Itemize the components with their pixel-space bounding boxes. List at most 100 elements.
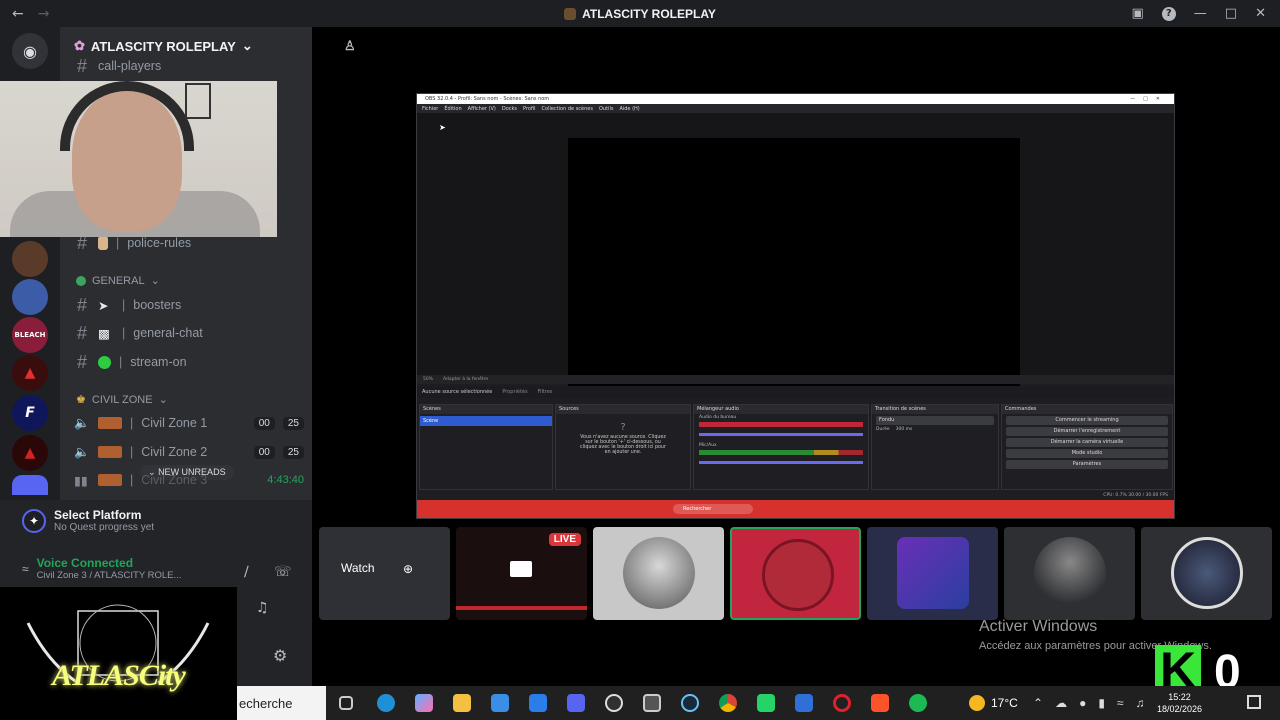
volume-icon[interactable]: ♫ bbox=[1136, 696, 1145, 710]
menu-item[interactable]: Fichier bbox=[422, 106, 438, 112]
category-general[interactable]: GENERAL ⌄ bbox=[76, 274, 160, 287]
zoom-level[interactable]: 50% bbox=[423, 377, 433, 382]
duration-input[interactable]: 300 ms bbox=[896, 427, 913, 432]
soundboard-icon[interactable]: ♫ bbox=[256, 600, 269, 616]
menu-item[interactable]: Outils bbox=[599, 106, 613, 112]
voice-channel-civil-1[interactable]: 🔈 | Civil Zone 1 00 25 bbox=[74, 410, 304, 436]
obs-menu-bar: Fichier Édition Afficher (V) Docks Profi… bbox=[417, 104, 1174, 113]
desktop-volume-slider[interactable] bbox=[699, 433, 863, 436]
forward-arrow-icon[interactable]: → bbox=[38, 6, 50, 22]
mic-icon[interactable]: ● bbox=[1079, 696, 1086, 710]
participant-tile[interactable] bbox=[1004, 527, 1135, 620]
menu-item[interactable]: Édition bbox=[444, 106, 461, 112]
voice-connected-row[interactable]: ≈ Voice Connected Civil Zone 3 / ATLASCI… bbox=[22, 556, 181, 581]
edge-icon[interactable] bbox=[377, 694, 395, 712]
menu-item[interactable]: Aide (H) bbox=[619, 106, 639, 112]
obs-window-controls[interactable]: —□✕ bbox=[1130, 96, 1174, 102]
menu-item[interactable]: Collection de scènes bbox=[542, 106, 593, 112]
opera-icon[interactable] bbox=[833, 694, 851, 712]
start-streaming-button[interactable]: Commencer le streaming bbox=[1006, 416, 1168, 425]
properties-button[interactable]: Propriétés bbox=[502, 389, 527, 395]
channel-label: boosters bbox=[133, 298, 182, 312]
copilot-icon[interactable] bbox=[415, 694, 433, 712]
discord-icon[interactable] bbox=[567, 694, 585, 712]
help-icon[interactable]: ? bbox=[1161, 6, 1176, 21]
spotify-icon[interactable] bbox=[909, 694, 927, 712]
virtual-camera-button[interactable]: Démarrer la caméra virtuelle bbox=[1006, 438, 1168, 447]
server-avatar[interactable]: BLEACH bbox=[12, 317, 48, 353]
discord-home-icon[interactable]: ◉ bbox=[12, 33, 48, 69]
taskbar-search[interactable]: echerche bbox=[237, 686, 326, 720]
dock-title: Sources bbox=[556, 405, 690, 414]
minimize-icon[interactable]: — bbox=[1194, 6, 1207, 21]
back-arrow-icon[interactable]: ← bbox=[12, 6, 24, 22]
quest-icon: ✦ bbox=[22, 508, 46, 533]
popout-icon[interactable]: ⊕ bbox=[403, 562, 413, 576]
obs-preview-canvas[interactable] bbox=[568, 138, 1020, 393]
disconnect-icon[interactable]: ☏ bbox=[274, 564, 292, 580]
channel-call-players[interactable]: # call-players bbox=[74, 56, 304, 76]
watch-label[interactable]: Watch bbox=[341, 561, 375, 575]
weather-widget[interactable]: 17°C bbox=[969, 686, 1018, 720]
add-member-icon[interactable]: ♙ bbox=[344, 38, 356, 54]
menu-item[interactable]: Docks bbox=[502, 106, 517, 112]
participant-tile[interactable] bbox=[593, 527, 724, 620]
mic-volume-slider[interactable] bbox=[699, 461, 863, 464]
participant-tile-speaking[interactable] bbox=[730, 527, 861, 620]
server-avatar[interactable] bbox=[12, 475, 48, 495]
channel-general-chat[interactable]: # ▩ | general-chat bbox=[74, 320, 304, 346]
server-avatar[interactable] bbox=[12, 241, 48, 277]
task-view-icon[interactable] bbox=[339, 696, 353, 710]
obs-inner-taskbar: Rechercher bbox=[417, 500, 1174, 518]
server-icon bbox=[564, 7, 577, 20]
participant-tile[interactable] bbox=[867, 527, 998, 620]
battery-icon[interactable]: ▮ bbox=[1098, 696, 1105, 710]
vpn-icon[interactable] bbox=[795, 694, 813, 712]
onedrive-icon[interactable]: ☁ bbox=[1055, 696, 1067, 710]
file-explorer-icon[interactable] bbox=[453, 694, 471, 712]
voice-channel-civil-2[interactable]: 🔈 | Civil Zone 2 00 25 bbox=[74, 439, 304, 465]
scene-item[interactable]: Scène bbox=[420, 416, 552, 426]
clock[interactable]: 15:22 18/02/2026 bbox=[1157, 686, 1202, 720]
chevron-down-icon: ⌄ bbox=[241, 38, 253, 53]
settings-gear-icon[interactable]: ⚙ bbox=[273, 646, 287, 665]
obs-source-toolbar: Aucune source sélectionnée Propriétés Fi… bbox=[417, 386, 1174, 398]
server-avatar[interactable]: ▲ bbox=[12, 355, 48, 391]
inbox-icon[interactable]: ▣ bbox=[1132, 6, 1144, 21]
studio-mode-button[interactable]: Mode studio bbox=[1006, 449, 1168, 458]
channel-stream-on[interactable]: # | stream-on bbox=[74, 349, 304, 375]
settings-button[interactable]: Paramètres bbox=[1006, 460, 1168, 469]
notifications-icon[interactable] bbox=[1247, 695, 1261, 709]
whatsapp-icon[interactable] bbox=[757, 694, 775, 712]
server-avatar[interactable]: ▲ bbox=[12, 435, 48, 471]
app-icon[interactable] bbox=[643, 694, 661, 712]
stream-tile-watch[interactable]: Watch ⊕ bbox=[319, 527, 450, 620]
close-icon[interactable]: ✕ bbox=[1255, 6, 1266, 21]
server-avatar[interactable] bbox=[12, 279, 48, 315]
quest-row[interactable]: ✦ Select Platform No Quest progress yet bbox=[22, 508, 154, 533]
steam-icon[interactable] bbox=[681, 694, 699, 712]
wifi-icon[interactable]: ≈ bbox=[1117, 696, 1124, 710]
maximize-icon[interactable]: □ bbox=[1225, 6, 1237, 21]
server-avatar[interactable]: F bbox=[12, 395, 48, 431]
inner-search[interactable]: Rechercher bbox=[673, 504, 753, 514]
filters-button[interactable]: Filtres bbox=[538, 389, 553, 395]
mail-icon[interactable] bbox=[529, 694, 547, 712]
transition-select[interactable]: Fondu bbox=[876, 416, 994, 425]
stream-tile-live[interactable]: LIVE bbox=[456, 527, 587, 620]
menu-item[interactable]: Profil bbox=[523, 106, 535, 112]
noise-suppression-icon[interactable]: ∕ bbox=[244, 564, 249, 580]
store-icon[interactable] bbox=[491, 694, 509, 712]
voice-channel-civil-3[interactable]: ▮▮ | Civil Zone 3 4:43:40 bbox=[74, 467, 304, 493]
start-recording-button[interactable]: Démarrer l'enregistrement bbox=[1006, 427, 1168, 436]
chrome-icon[interactable] bbox=[719, 694, 737, 712]
category-civil-zone[interactable]: ♚ CIVIL ZONE ⌄ bbox=[76, 393, 168, 407]
participant-tile[interactable] bbox=[1141, 527, 1272, 620]
fit-window[interactable]: Adapter à la fenêtre bbox=[443, 377, 488, 382]
brave-icon[interactable] bbox=[871, 694, 889, 712]
chevron-up-icon[interactable]: ⌃ bbox=[1033, 696, 1043, 710]
channel-boosters[interactable]: # ➤ | boosters bbox=[74, 292, 304, 318]
category-label: GENERAL bbox=[92, 274, 145, 287]
obs-icon[interactable] bbox=[605, 694, 623, 712]
menu-item[interactable]: Afficher (V) bbox=[468, 106, 496, 112]
